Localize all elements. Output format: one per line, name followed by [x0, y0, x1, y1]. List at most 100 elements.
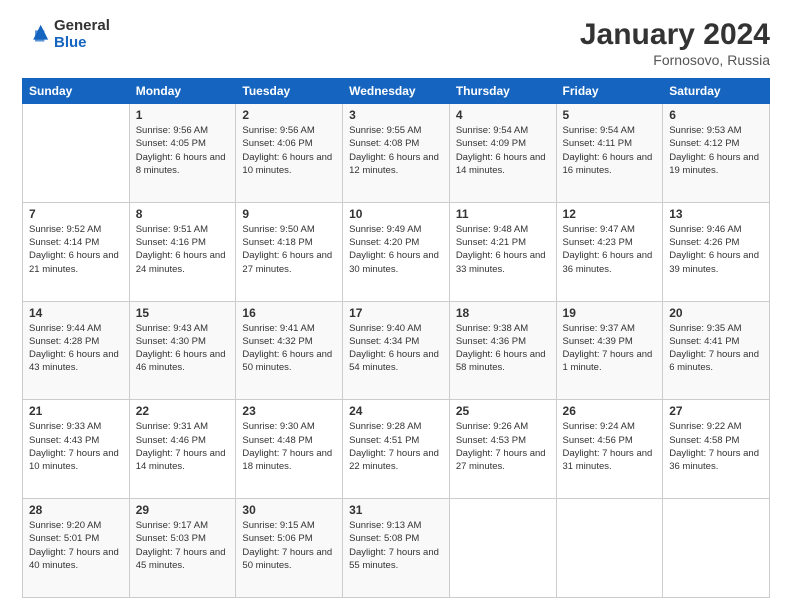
header: General Blue January 2024 Fornosovo, Rus… — [22, 18, 770, 68]
day-info: Sunrise: 9:44 AMSunset: 4:28 PMDaylight:… — [29, 322, 123, 375]
week-row-0: 1 Sunrise: 9:56 AMSunset: 4:05 PMDayligh… — [23, 104, 770, 203]
col-wednesday: Wednesday — [343, 79, 450, 104]
day-number: 4 — [456, 108, 550, 122]
day-info: Sunrise: 9:22 AMSunset: 4:58 PMDaylight:… — [669, 420, 763, 473]
day-info: Sunrise: 9:49 AMSunset: 4:20 PMDaylight:… — [349, 223, 443, 276]
day-info: Sunrise: 9:38 AMSunset: 4:36 PMDaylight:… — [456, 322, 550, 375]
table-row: 5 Sunrise: 9:54 AMSunset: 4:11 PMDayligh… — [556, 104, 663, 203]
col-sunday: Sunday — [23, 79, 130, 104]
day-number: 5 — [563, 108, 657, 122]
day-info: Sunrise: 9:37 AMSunset: 4:39 PMDaylight:… — [563, 322, 657, 375]
day-info: Sunrise: 9:51 AMSunset: 4:16 PMDaylight:… — [136, 223, 230, 276]
logo-blue-text: Blue — [54, 35, 110, 52]
day-info: Sunrise: 9:46 AMSunset: 4:26 PMDaylight:… — [669, 223, 763, 276]
table-row: 3 Sunrise: 9:55 AMSunset: 4:08 PMDayligh… — [343, 104, 450, 203]
table-row: 11 Sunrise: 9:48 AMSunset: 4:21 PMDaylig… — [449, 202, 556, 301]
day-info: Sunrise: 9:52 AMSunset: 4:14 PMDaylight:… — [29, 223, 123, 276]
day-info: Sunrise: 9:24 AMSunset: 4:56 PMDaylight:… — [563, 420, 657, 473]
day-info: Sunrise: 9:35 AMSunset: 4:41 PMDaylight:… — [669, 322, 763, 375]
table-row: 28 Sunrise: 9:20 AMSunset: 5:01 PMDaylig… — [23, 499, 130, 598]
table-row: 15 Sunrise: 9:43 AMSunset: 4:30 PMDaylig… — [129, 301, 236, 400]
day-number: 13 — [669, 207, 763, 221]
table-row: 2 Sunrise: 9:56 AMSunset: 4:06 PMDayligh… — [236, 104, 343, 203]
title-block: January 2024 Fornosovo, Russia — [580, 18, 770, 68]
day-info: Sunrise: 9:13 AMSunset: 5:08 PMDaylight:… — [349, 519, 443, 572]
calendar-table: Sunday Monday Tuesday Wednesday Thursday… — [22, 78, 770, 598]
day-number: 12 — [563, 207, 657, 221]
table-row: 1 Sunrise: 9:56 AMSunset: 4:05 PMDayligh… — [129, 104, 236, 203]
day-info: Sunrise: 9:54 AMSunset: 4:09 PMDaylight:… — [456, 124, 550, 177]
day-info: Sunrise: 9:56 AMSunset: 4:06 PMDaylight:… — [242, 124, 336, 177]
logo-general-text: General — [54, 18, 110, 35]
week-row-2: 14 Sunrise: 9:44 AMSunset: 4:28 PMDaylig… — [23, 301, 770, 400]
location: Fornosovo, Russia — [580, 52, 770, 68]
table-row: 30 Sunrise: 9:15 AMSunset: 5:06 PMDaylig… — [236, 499, 343, 598]
table-row: 9 Sunrise: 9:50 AMSunset: 4:18 PMDayligh… — [236, 202, 343, 301]
table-row: 10 Sunrise: 9:49 AMSunset: 4:20 PMDaylig… — [343, 202, 450, 301]
day-number: 16 — [242, 306, 336, 320]
day-number: 31 — [349, 503, 443, 517]
day-number: 19 — [563, 306, 657, 320]
week-row-4: 28 Sunrise: 9:20 AMSunset: 5:01 PMDaylig… — [23, 499, 770, 598]
table-row: 6 Sunrise: 9:53 AMSunset: 4:12 PMDayligh… — [663, 104, 770, 203]
day-info: Sunrise: 9:28 AMSunset: 4:51 PMDaylight:… — [349, 420, 443, 473]
day-number: 21 — [29, 404, 123, 418]
logo-icon — [22, 21, 50, 49]
day-number: 20 — [669, 306, 763, 320]
col-tuesday: Tuesday — [236, 79, 343, 104]
day-number: 2 — [242, 108, 336, 122]
day-number: 26 — [563, 404, 657, 418]
day-info: Sunrise: 9:31 AMSunset: 4:46 PMDaylight:… — [136, 420, 230, 473]
day-info: Sunrise: 9:33 AMSunset: 4:43 PMDaylight:… — [29, 420, 123, 473]
table-row: 4 Sunrise: 9:54 AMSunset: 4:09 PMDayligh… — [449, 104, 556, 203]
table-row: 17 Sunrise: 9:40 AMSunset: 4:34 PMDaylig… — [343, 301, 450, 400]
day-info: Sunrise: 9:47 AMSunset: 4:23 PMDaylight:… — [563, 223, 657, 276]
logo-text: General Blue — [54, 18, 110, 51]
day-number: 22 — [136, 404, 230, 418]
day-info: Sunrise: 9:40 AMSunset: 4:34 PMDaylight:… — [349, 322, 443, 375]
day-info: Sunrise: 9:54 AMSunset: 4:11 PMDaylight:… — [563, 124, 657, 177]
day-number: 27 — [669, 404, 763, 418]
col-monday: Monday — [129, 79, 236, 104]
day-number: 6 — [669, 108, 763, 122]
table-row: 22 Sunrise: 9:31 AMSunset: 4:46 PMDaylig… — [129, 400, 236, 499]
day-info: Sunrise: 9:30 AMSunset: 4:48 PMDaylight:… — [242, 420, 336, 473]
day-number: 3 — [349, 108, 443, 122]
day-info: Sunrise: 9:48 AMSunset: 4:21 PMDaylight:… — [456, 223, 550, 276]
day-info: Sunrise: 9:43 AMSunset: 4:30 PMDaylight:… — [136, 322, 230, 375]
table-row: 31 Sunrise: 9:13 AMSunset: 5:08 PMDaylig… — [343, 499, 450, 598]
col-saturday: Saturday — [663, 79, 770, 104]
day-info: Sunrise: 9:26 AMSunset: 4:53 PMDaylight:… — [456, 420, 550, 473]
table-row: 26 Sunrise: 9:24 AMSunset: 4:56 PMDaylig… — [556, 400, 663, 499]
table-row: 13 Sunrise: 9:46 AMSunset: 4:26 PMDaylig… — [663, 202, 770, 301]
day-number: 14 — [29, 306, 123, 320]
day-number: 30 — [242, 503, 336, 517]
day-info: Sunrise: 9:15 AMSunset: 5:06 PMDaylight:… — [242, 519, 336, 572]
table-row: 16 Sunrise: 9:41 AMSunset: 4:32 PMDaylig… — [236, 301, 343, 400]
day-number: 23 — [242, 404, 336, 418]
day-number: 9 — [242, 207, 336, 221]
table-row: 20 Sunrise: 9:35 AMSunset: 4:41 PMDaylig… — [663, 301, 770, 400]
table-row: 8 Sunrise: 9:51 AMSunset: 4:16 PMDayligh… — [129, 202, 236, 301]
page: General Blue January 2024 Fornosovo, Rus… — [0, 0, 792, 612]
table-row: 25 Sunrise: 9:26 AMSunset: 4:53 PMDaylig… — [449, 400, 556, 499]
day-number: 8 — [136, 207, 230, 221]
table-row — [556, 499, 663, 598]
day-info: Sunrise: 9:56 AMSunset: 4:05 PMDaylight:… — [136, 124, 230, 177]
col-thursday: Thursday — [449, 79, 556, 104]
day-number: 28 — [29, 503, 123, 517]
table-row — [663, 499, 770, 598]
logo: General Blue — [22, 18, 110, 51]
col-friday: Friday — [556, 79, 663, 104]
day-number: 18 — [456, 306, 550, 320]
table-row: 14 Sunrise: 9:44 AMSunset: 4:28 PMDaylig… — [23, 301, 130, 400]
table-row — [23, 104, 130, 203]
table-row: 12 Sunrise: 9:47 AMSunset: 4:23 PMDaylig… — [556, 202, 663, 301]
week-row-3: 21 Sunrise: 9:33 AMSunset: 4:43 PMDaylig… — [23, 400, 770, 499]
table-row: 29 Sunrise: 9:17 AMSunset: 5:03 PMDaylig… — [129, 499, 236, 598]
month-title: January 2024 — [580, 18, 770, 52]
day-number: 15 — [136, 306, 230, 320]
day-number: 11 — [456, 207, 550, 221]
week-row-1: 7 Sunrise: 9:52 AMSunset: 4:14 PMDayligh… — [23, 202, 770, 301]
table-row — [449, 499, 556, 598]
